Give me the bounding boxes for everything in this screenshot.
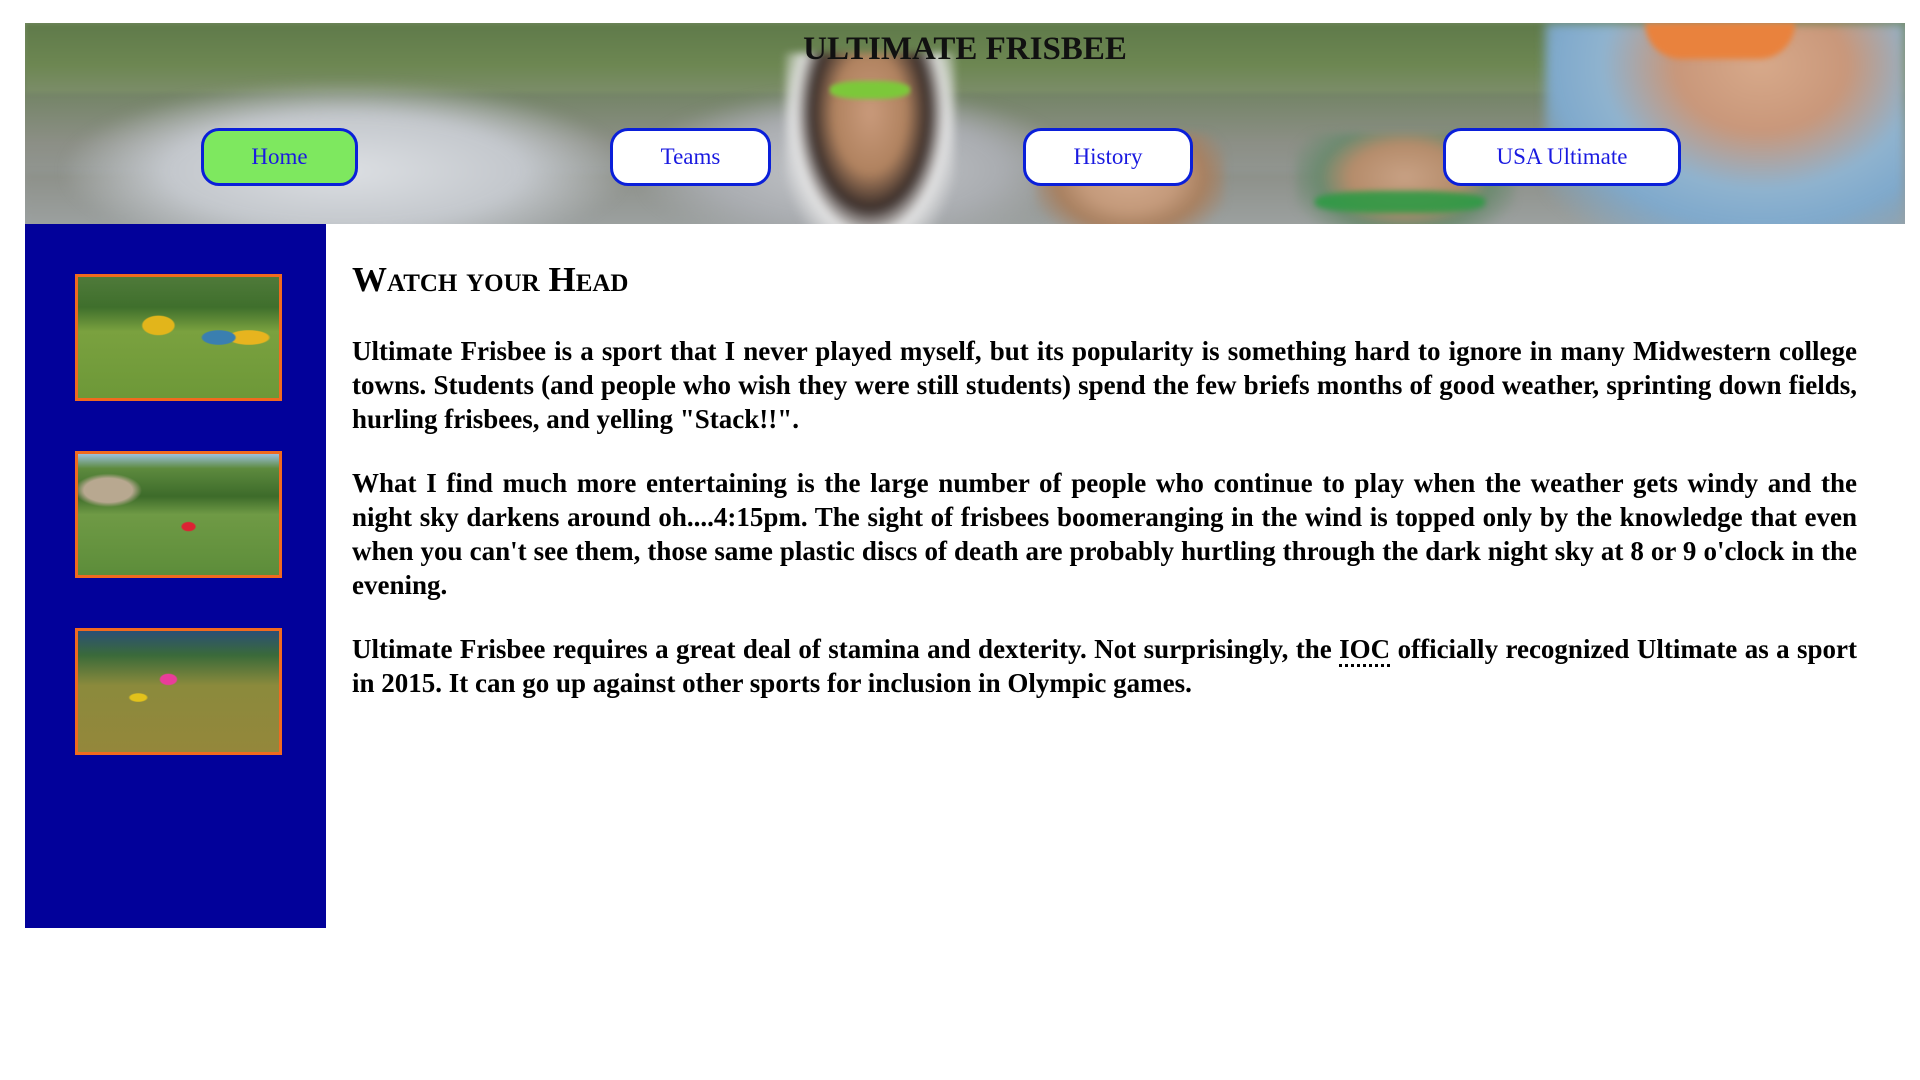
sidebar xyxy=(25,224,326,928)
banner-headband xyxy=(830,81,910,99)
header-banner: ULTIMATE FRISBEE Home Teams History USA … xyxy=(25,23,1905,224)
nav-usa-ultimate-button[interactable]: USA Ultimate xyxy=(1443,128,1681,186)
article: Watch your Head Ultimate Frisbee is a sp… xyxy=(352,224,1857,700)
banner-headband xyxy=(1315,191,1485,213)
article-paragraph-2: What I find much more entertaining is th… xyxy=(352,468,1857,600)
ioc-abbreviation[interactable]: IOC xyxy=(1339,634,1391,667)
thumbnail-field-throw[interactable] xyxy=(75,451,282,578)
thumbnail-frisbee-players[interactable] xyxy=(75,274,282,401)
paragraph-3-text-start: Ultimate Frisbee requires a great deal o… xyxy=(352,634,1340,664)
nav-teams-button[interactable]: Teams xyxy=(610,128,771,186)
article-heading: Watch your Head xyxy=(352,260,629,299)
nav-history-button[interactable]: History xyxy=(1023,128,1193,186)
article-paragraph-1: Ultimate Frisbee is a sport that I never… xyxy=(352,336,1857,434)
content-row: Watch your Head Ultimate Frisbee is a sp… xyxy=(25,224,1905,928)
page: ULTIMATE FRISBEE Home Teams History USA … xyxy=(25,23,1905,928)
main-nav: Home Teams History USA Ultimate xyxy=(25,128,1905,192)
article-paragraph-3: Ultimate Frisbee requires a great deal o… xyxy=(352,632,1857,700)
thumbnail-disc-catch[interactable] xyxy=(75,628,282,755)
nav-home-button[interactable]: Home xyxy=(201,128,358,186)
site-title: ULTIMATE FRISBEE xyxy=(803,31,1127,67)
